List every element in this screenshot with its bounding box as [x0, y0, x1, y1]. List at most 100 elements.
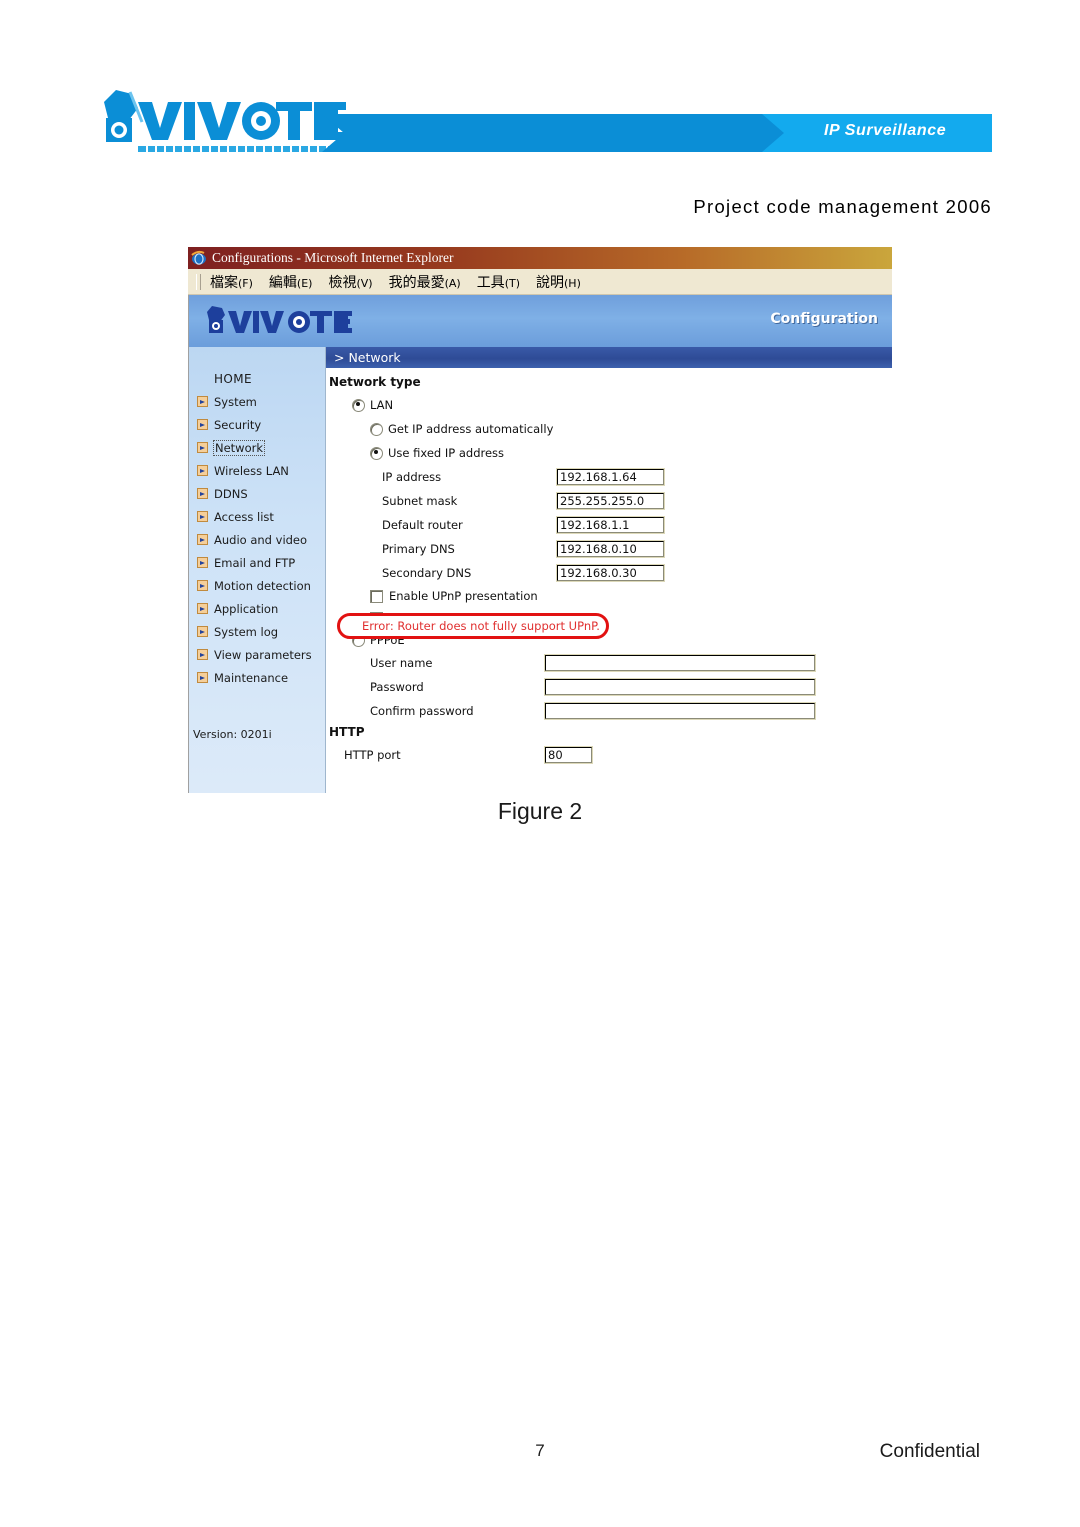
menu-label: 工具: [476, 274, 505, 291]
primary-dns-input[interactable]: 192.168.0.10: [556, 540, 665, 558]
camera-ui-header: Configuration: [189, 295, 892, 347]
menu-item-favorites[interactable]: 我的最愛(A): [389, 272, 461, 292]
arrow-right-icon: [197, 580, 208, 591]
arrow-right-icon: [197, 649, 208, 660]
sidebar-item-access-list[interactable]: Access list: [189, 505, 325, 528]
menu-item-edit[interactable]: 編輯(E): [269, 272, 313, 292]
upnp-error-callout: Error: Router does not fully support UPn…: [337, 613, 609, 639]
menu-mnemonic: (V): [356, 276, 373, 290]
radio-fixed-ip-label: Use fixed IP address: [388, 446, 505, 460]
menu-grip[interactable]: [196, 273, 201, 290]
configuration-header-label: Configuration: [770, 311, 878, 327]
radio-lan[interactable]: [352, 398, 365, 412]
arrow-right-icon: [197, 626, 208, 637]
subnet-mask-input[interactable]: 255.255.255.0: [556, 492, 665, 510]
browser-title-text: Configurations - Microsoft Internet Expl…: [212, 250, 454, 265]
menu-item-file[interactable]: 檔案(F): [210, 272, 253, 292]
checkbox-upnp-presentation-row[interactable]: Enable UPnP presentation: [326, 585, 892, 607]
sidebar-item-system[interactable]: System: [189, 390, 325, 413]
sidebar-item-ddns[interactable]: DDNS: [189, 482, 325, 505]
radio-lan-row[interactable]: LAN: [326, 393, 892, 417]
browser-menu-bar: 檔案(F) 編輯(E) 檢視(V) 我的最愛(A) 工具(T) 說明(H): [188, 269, 892, 295]
arrow-right-icon: [197, 396, 208, 407]
field-row-primary-dns: Primary DNS 192.168.0.10: [326, 537, 892, 561]
sidebar-item-label: Wireless LAN: [214, 463, 289, 478]
field-row-password: Password: [326, 675, 892, 699]
http-port-input[interactable]: 80: [544, 746, 593, 764]
sidebar-item-label: Application: [214, 601, 279, 616]
browser-title-bar: Configurations - Microsoft Internet Expl…: [188, 247, 892, 269]
sidebar-item-motion-detection[interactable]: Motion detection: [189, 574, 325, 597]
checkbox-upnp-presentation[interactable]: [370, 589, 383, 603]
ip-address-input[interactable]: 192.168.1.64: [556, 468, 665, 486]
http-port-label: HTTP port: [344, 748, 401, 762]
radio-get-ip-automatically[interactable]: [370, 422, 383, 436]
upnp-error-message: Error: Router does not fully support UPn…: [362, 619, 600, 633]
project-code-line: Project code management 2006: [693, 196, 992, 217]
password-input[interactable]: [544, 678, 816, 696]
sidebar-item-email-and-ftp[interactable]: Email and FTP: [189, 551, 325, 574]
menu-label: 檢視: [328, 274, 357, 291]
internet-explorer-icon: [191, 250, 206, 265]
ip-address-label: IP address: [382, 470, 442, 484]
sidebar-item-label: Audio and video: [214, 532, 308, 547]
menu-label: 說明: [536, 274, 564, 291]
menu-mnemonic: (H): [564, 276, 581, 290]
sidebar-item-application[interactable]: Application: [189, 597, 325, 620]
radio-dhcp-row[interactable]: Get IP address automatically: [326, 417, 892, 441]
arrow-right-icon: [197, 419, 208, 430]
sidebar-item-audio-and-video[interactable]: Audio and video: [189, 528, 325, 551]
field-row-http-port: HTTP port 80: [326, 743, 892, 767]
http-heading: HTTP: [329, 725, 365, 739]
sidebar-item-network[interactable]: Network: [189, 436, 325, 459]
browser-window-screenshot: Configurations - Microsoft Internet Expl…: [188, 247, 892, 793]
field-row-secondary-dns: Secondary DNS 192.168.0.30: [326, 561, 892, 585]
subnet-mask-label: Subnet mask: [382, 494, 458, 508]
menu-mnemonic: (T): [504, 276, 520, 290]
menu-item-tools[interactable]: 工具(T): [477, 272, 520, 292]
sidebar-item-wireless-lan[interactable]: Wireless LAN: [189, 459, 325, 482]
sidebar-item-view-parameters[interactable]: View parameters: [189, 643, 325, 666]
menu-item-help[interactable]: 說明(H): [536, 272, 581, 292]
field-row-subnet-mask: Subnet mask 255.255.255.0: [326, 489, 892, 513]
secondary-dns-input[interactable]: 192.168.0.30: [556, 564, 665, 582]
confirm-password-input[interactable]: [544, 702, 816, 720]
confidential-label: Confidential: [879, 1441, 980, 1462]
sidebar-item-label: DDNS: [214, 486, 248, 501]
banner-tag-label: IP Surveillance: [824, 122, 947, 139]
sidebar-item-maintenance[interactable]: Maintenance: [189, 666, 325, 689]
sidebar-item-label: HOME: [214, 371, 253, 386]
confirm-password-label: Confirm password: [370, 704, 474, 718]
arrow-right-icon: [197, 672, 208, 683]
sidebar-item-label: System: [214, 394, 257, 409]
sidebar-item-label: Network: [213, 439, 266, 456]
default-router-label: Default router: [382, 518, 463, 532]
field-row-user-name: User name: [326, 651, 892, 675]
radio-use-fixed-ip[interactable]: [370, 446, 383, 460]
arrow-right-icon: [197, 511, 208, 522]
arrow-right-icon: [197, 488, 208, 499]
camera-ui-body: HOME System Security Network Wireless LA…: [189, 347, 892, 793]
field-row-default-router: Default router 192.168.1.1: [326, 513, 892, 537]
sidebar-item-system-log[interactable]: System log: [189, 620, 325, 643]
menu-label: 檔案: [210, 274, 238, 291]
sidebar-item-label: Email and FTP: [214, 555, 296, 570]
network-type-heading: Network type: [329, 375, 421, 389]
menu-item-view[interactable]: 檢視(V): [328, 272, 372, 292]
sidebar-item-security[interactable]: Security: [189, 413, 325, 436]
arrow-right-icon: [197, 465, 208, 476]
sidebar-navigation: HOME System Security Network Wireless LA…: [189, 347, 326, 793]
sidebar-item-label: Motion detection: [214, 578, 311, 593]
user-name-input[interactable]: [544, 654, 816, 672]
field-row-confirm-password: Confirm password: [326, 699, 892, 723]
radio-dhcp-label: Get IP address automatically: [388, 422, 554, 436]
sidebar-item-home[interactable]: HOME: [189, 367, 325, 390]
sidebar-item-label: System log: [214, 624, 279, 639]
main-content-panel: > Network Network type LAN Get IP addres…: [326, 347, 892, 793]
radio-fixed-ip-row[interactable]: Use fixed IP address: [326, 441, 892, 465]
network-settings-form: Network type LAN Get IP address automati…: [326, 368, 892, 767]
arrow-right-icon: [197, 603, 208, 614]
field-row-ip-address: IP address 192.168.1.64: [326, 465, 892, 489]
default-router-input[interactable]: 192.168.1.1: [556, 516, 665, 534]
secondary-dns-label: Secondary DNS: [382, 566, 472, 580]
